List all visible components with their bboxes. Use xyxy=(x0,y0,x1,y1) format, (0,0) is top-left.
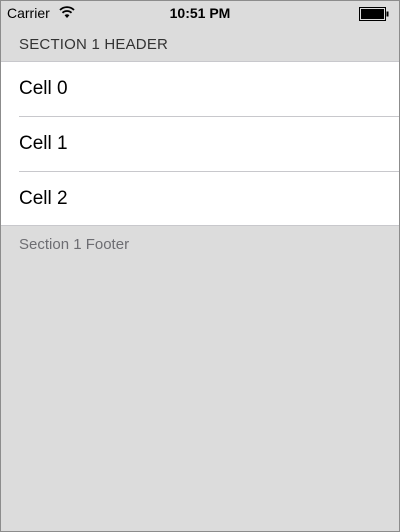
cell-label: Cell 2 xyxy=(19,188,68,209)
cell-label: Cell 1 xyxy=(19,133,68,154)
table-cell[interactable]: Cell 2 xyxy=(1,172,399,227)
table-cell[interactable]: Cell 1 xyxy=(1,117,399,172)
status-bar: Carrier 10:51 PM xyxy=(1,1,399,27)
table-cell[interactable]: Cell 0 xyxy=(1,62,399,117)
section-footer: Section 1 Footer xyxy=(19,236,130,253)
section-header: SECTION 1 HEADER xyxy=(1,27,399,61)
section-header-title: SECTION 1 HEADER xyxy=(19,36,169,53)
table-section: Cell 0 Cell 1 Cell 2 xyxy=(1,61,399,226)
battery-icon xyxy=(359,7,389,24)
device-screen: Carrier 10:51 PM SECTION 1 HEADER Cell 0… xyxy=(0,0,400,532)
cell-label: Cell 0 xyxy=(19,78,68,99)
status-time: 10:51 PM xyxy=(169,5,231,21)
